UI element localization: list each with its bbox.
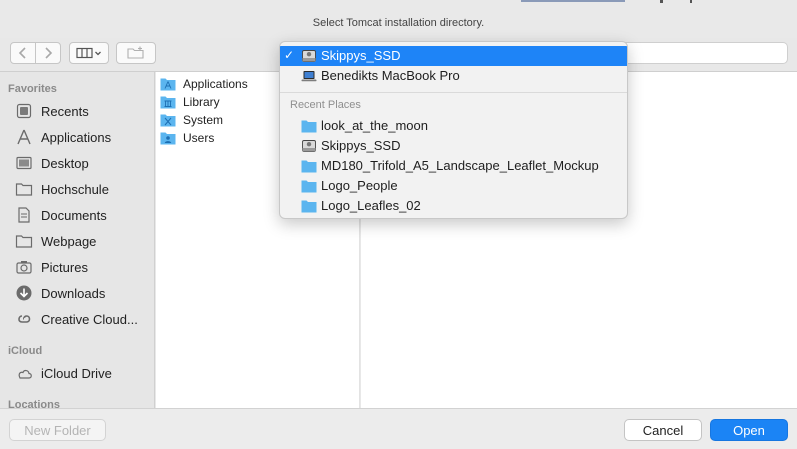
file-row-label: Library <box>183 95 220 109</box>
menu-item-label: Skippys_SSD <box>321 48 401 63</box>
desktop-icon <box>14 154 34 172</box>
recent-places-header: Recent Places <box>290 99 361 111</box>
sidebar-item-icloud-drive[interactable]: iCloud Drive <box>14 361 149 385</box>
library-folder-icon <box>160 96 176 109</box>
sidebar-item-label: iCloud Drive <box>41 365 112 381</box>
sidebar-item-hochschule[interactable]: Hochschule <box>14 177 149 201</box>
background-window-fragment <box>690 0 692 3</box>
folder-icon <box>14 232 34 250</box>
menu-item-logo-leafles-02[interactable]: Logo_Leafles_02 <box>280 196 627 216</box>
sidebar-item-documents[interactable]: Documents <box>14 203 149 227</box>
menu-item-skippys-ssd[interactable]: ✓ Skippys_SSD <box>280 46 627 66</box>
system-folder-icon <box>160 114 176 127</box>
sidebar-item-recents[interactable]: Recents <box>14 99 149 123</box>
sidebar-item-webpage[interactable]: Webpage <box>14 229 149 253</box>
creative-cloud-icon <box>14 310 34 328</box>
sidebar-item-desktop[interactable]: Desktop <box>14 151 149 175</box>
users-folder-icon <box>160 132 176 145</box>
sidebar-item-label: Webpage <box>41 233 97 249</box>
sidebar-item-label: Hochschule <box>41 181 109 197</box>
document-icon <box>14 206 34 224</box>
file-row-label: System <box>183 113 224 127</box>
view-mode-button[interactable] <box>69 42 109 64</box>
sidebar-item-label: Recents <box>41 103 89 119</box>
file-row-label: Users <box>183 131 215 145</box>
menu-item-label: Skippys_SSD <box>321 138 401 153</box>
clock-icon <box>14 102 34 120</box>
folder-icon <box>14 180 34 198</box>
sidebar-item-label: Documents <box>41 207 107 223</box>
menu-item-label: look_at_the_moon <box>321 118 428 133</box>
laptop-icon <box>301 71 317 82</box>
menu-item-recent-skippys-ssd[interactable]: Skippys_SSD <box>280 136 627 156</box>
cloud-icon <box>14 364 34 382</box>
dialog-title: Select Tomcat installation directory. <box>312 17 485 29</box>
folder-icon <box>301 160 317 173</box>
sidebar: Favorites Recents Applications Desktop H… <box>0 72 155 408</box>
sidebar-section-icloud: iCloud <box>8 345 43 357</box>
new-folder-toolbar-button[interactable] <box>116 42 156 64</box>
applications-icon <box>14 128 34 146</box>
title-bar: Select Tomcat installation directory. <box>0 0 797 38</box>
new-folder-button[interactable]: New Folder <box>9 419 106 441</box>
folder-icon <box>301 200 317 213</box>
folder-icon <box>301 180 317 193</box>
sidebar-item-label: Downloads <box>41 285 106 301</box>
folder-icon <box>301 120 317 133</box>
checkmark-icon: ✓ <box>284 48 295 62</box>
forward-button[interactable] <box>35 42 61 64</box>
column-view-icon <box>76 47 101 59</box>
menu-item-label: MD180_Trifold_A5_Landscape_Leaflet_Mocku… <box>321 158 599 173</box>
sidebar-item-downloads[interactable]: Downloads <box>14 281 149 305</box>
sidebar-item-label: Creative Cloud... <box>41 311 138 327</box>
chevron-left-icon <box>18 47 26 59</box>
sidebar-item-pictures[interactable]: Pictures <box>14 255 149 279</box>
sidebar-item-label: Desktop <box>41 155 89 171</box>
hard-drive-icon <box>302 140 316 152</box>
bottom-bar: New Folder Cancel Open <box>0 408 797 449</box>
menu-item-logo-people[interactable]: Logo_People <box>280 176 627 196</box>
menu-item-md180-trifold[interactable]: MD180_Trifold_A5_Landscape_Leaflet_Mocku… <box>280 156 627 176</box>
menu-item-benedikts-macbook-pro[interactable]: Benedikts MacBook Pro <box>280 66 627 86</box>
menu-item-label: Logo_People <box>321 178 398 193</box>
location-popup-menu: ✓ Skippys_SSD Benedikts MacBook Pro Rece… <box>279 41 628 219</box>
menu-separator <box>280 92 627 93</box>
download-icon <box>14 284 34 302</box>
sidebar-item-label: Pictures <box>41 259 88 275</box>
sidebar-section-locations: Locations <box>8 399 60 408</box>
applications-folder-icon <box>160 78 176 91</box>
open-button[interactable]: Open <box>710 419 788 441</box>
menu-item-label: Logo_Leafles_02 <box>321 198 421 213</box>
sidebar-item-applications[interactable]: Applications <box>14 125 149 149</box>
file-row-label: Applications <box>183 77 248 91</box>
sidebar-section-favorites: Favorites <box>8 83 57 95</box>
camera-icon <box>14 258 34 276</box>
menu-item-look-at-the-moon[interactable]: look_at_the_moon <box>280 116 627 136</box>
sidebar-item-label: Applications <box>41 129 112 145</box>
chevron-right-icon <box>45 47 53 59</box>
menu-item-label: Benedikts MacBook Pro <box>321 68 460 83</box>
sidebar-item-creative-cloud[interactable]: Creative Cloud... <box>14 307 149 331</box>
new-folder-icon <box>127 46 144 59</box>
hard-drive-icon <box>302 50 316 62</box>
search-field[interactable] <box>625 42 788 64</box>
cancel-button[interactable]: Cancel <box>624 419 702 441</box>
background-window-fragment <box>521 0 625 2</box>
back-button[interactable] <box>10 42 36 64</box>
background-window-fragment <box>660 0 663 3</box>
